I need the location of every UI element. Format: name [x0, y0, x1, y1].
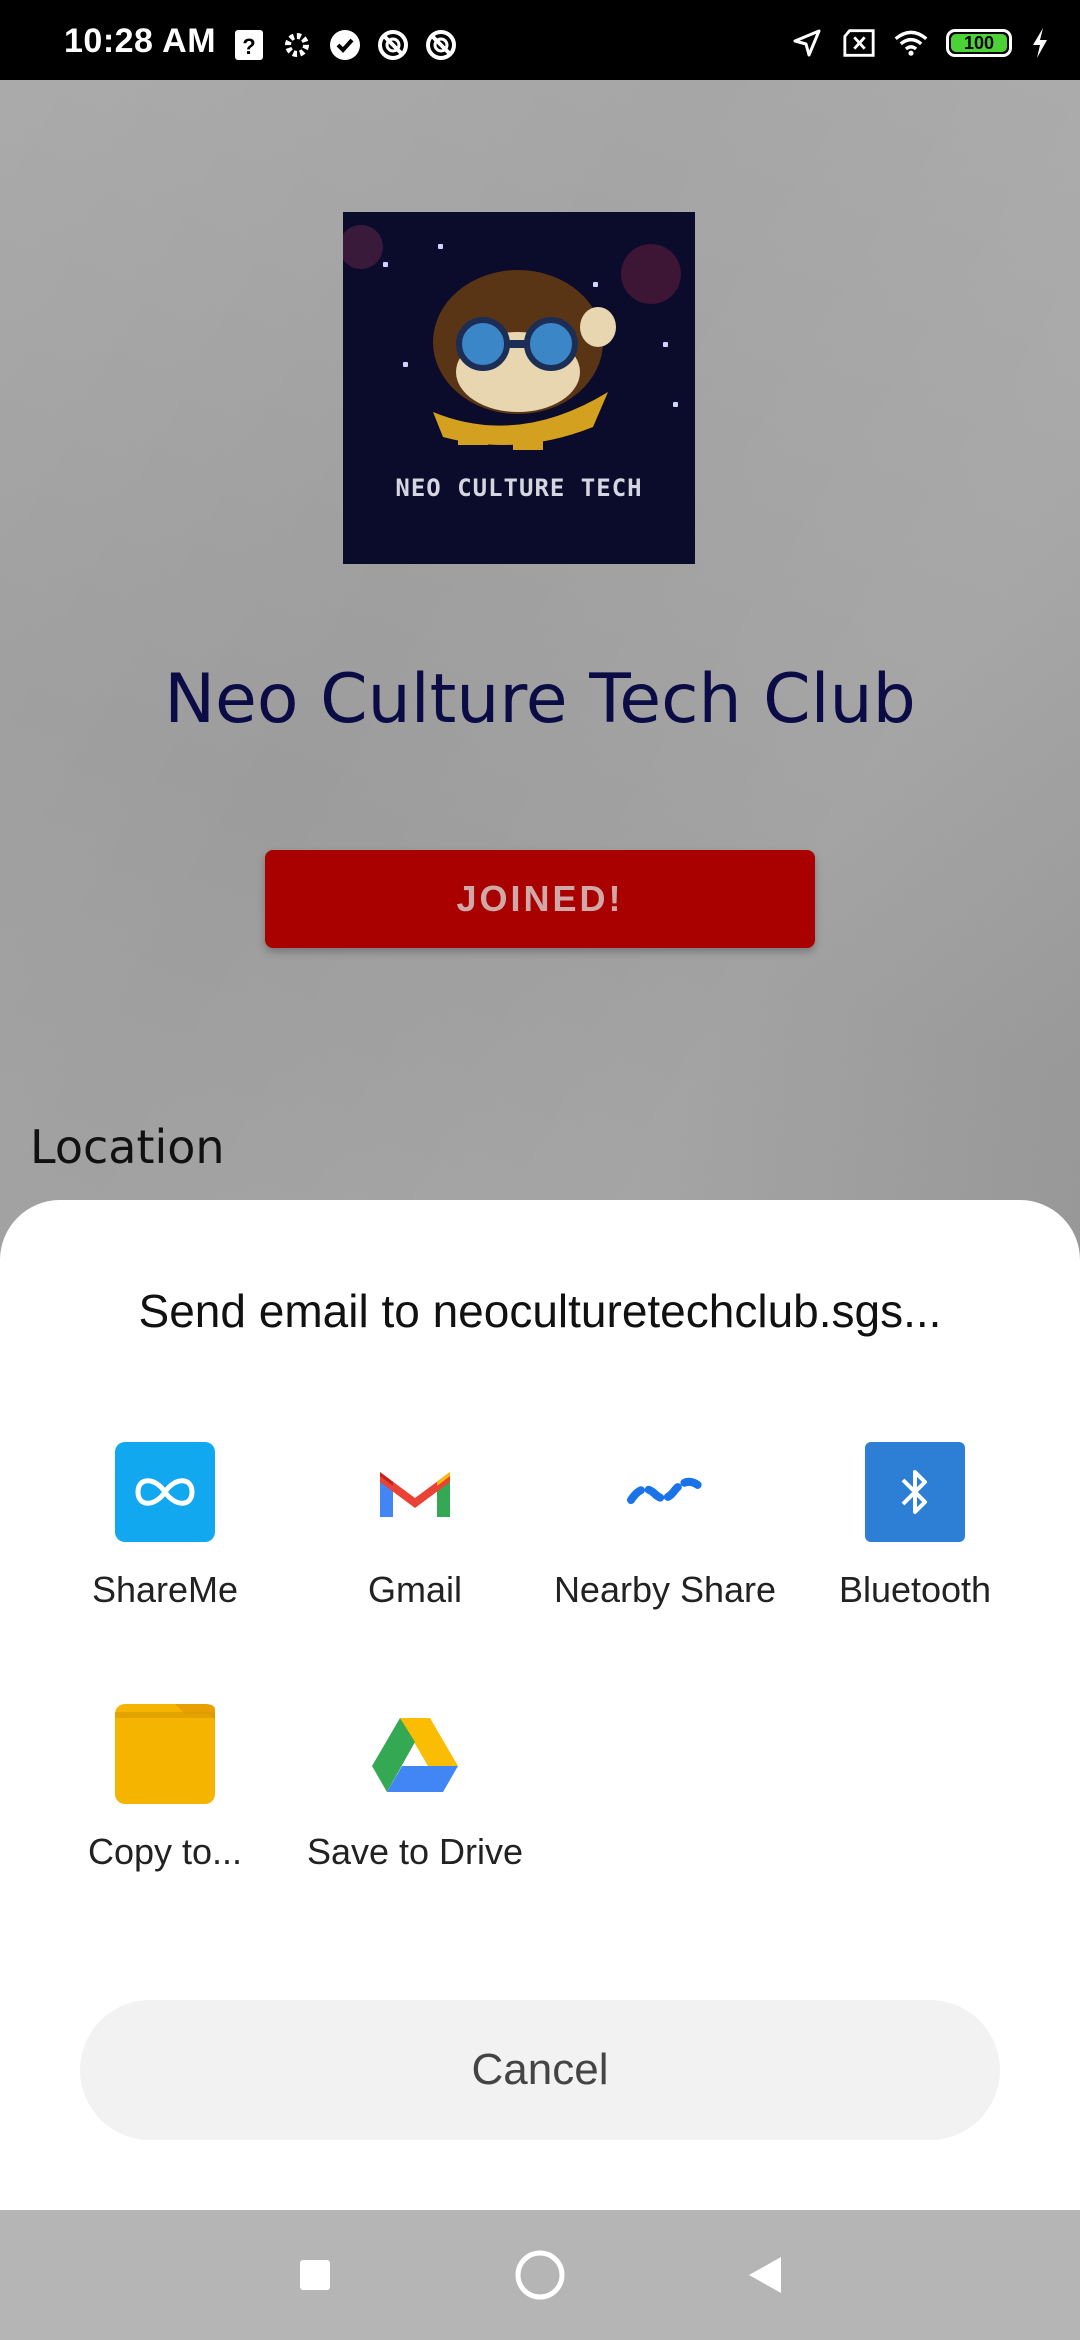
- drive-icon: [365, 1704, 465, 1804]
- battery-icon: 100: [946, 29, 1012, 57]
- cancel-button[interactable]: Cancel: [80, 2000, 1000, 2140]
- shareme-icon: [115, 1442, 215, 1542]
- nearby-share-icon: [615, 1442, 715, 1542]
- wifi-icon: [894, 26, 928, 60]
- share-target-label: Save to Drive: [306, 1831, 524, 1872]
- share-target-label: Gmail: [367, 1569, 462, 1610]
- svg-text:?: ?: [242, 34, 255, 59]
- location-heading: Location: [30, 1120, 225, 1174]
- share-sheet: Send email to neoculturetechclub.sgs... …: [0, 1200, 1080, 2210]
- monkey-mascot-icon: [343, 225, 681, 450]
- location-arrow-icon: [790, 26, 824, 60]
- share-target-nearby-share[interactable]: Nearby Share: [540, 1442, 790, 1612]
- bluetooth-icon: [865, 1442, 965, 1542]
- clock: 10:28 AM: [64, 22, 217, 60]
- no-tracking-icon: [376, 28, 410, 62]
- share-target-bluetooth[interactable]: Bluetooth: [790, 1442, 1040, 1612]
- battery-level: 100: [951, 33, 1007, 53]
- joined-button[interactable]: JOINED!: [265, 850, 815, 948]
- no-tracking-icon: [424, 28, 458, 62]
- home-circle-icon[interactable]: [510, 2245, 570, 2305]
- status-bar: 10:28 AM ? 100: [0, 0, 1080, 80]
- recents-square-icon[interactable]: [285, 2245, 345, 2305]
- navigation-bar: [0, 2210, 1080, 2340]
- gmail-icon: [365, 1442, 465, 1542]
- logo-text: NEO CULTURE TECH: [395, 474, 643, 502]
- check-circle-icon: [328, 28, 362, 62]
- share-target-copy-to[interactable]: Copy to...: [40, 1704, 290, 1874]
- share-target-label: ShareMe: [91, 1569, 239, 1610]
- folder-icon: [115, 1704, 215, 1804]
- settings-icon: [280, 28, 314, 62]
- share-target-save-to-drive[interactable]: Save to Drive: [290, 1704, 540, 1874]
- club-logo: NEO CULTURE TECH: [343, 212, 695, 564]
- share-target-label: Bluetooth: [838, 1569, 992, 1610]
- help-icon: ?: [232, 28, 266, 62]
- back-triangle-icon[interactable]: [735, 2245, 795, 2305]
- no-sim-icon: [842, 26, 876, 60]
- share-target-label: Copy to...: [87, 1831, 243, 1872]
- share-target-label: Nearby Share: [553, 1569, 777, 1610]
- share-sheet-title: Send email to neoculturetechclub.sgs...: [138, 1285, 942, 1337]
- charging-icon: [1030, 26, 1050, 60]
- share-target-gmail[interactable]: Gmail: [290, 1442, 540, 1612]
- share-target-shareme[interactable]: ShareMe: [40, 1442, 290, 1612]
- club-title: Neo Culture Tech Club: [164, 660, 916, 739]
